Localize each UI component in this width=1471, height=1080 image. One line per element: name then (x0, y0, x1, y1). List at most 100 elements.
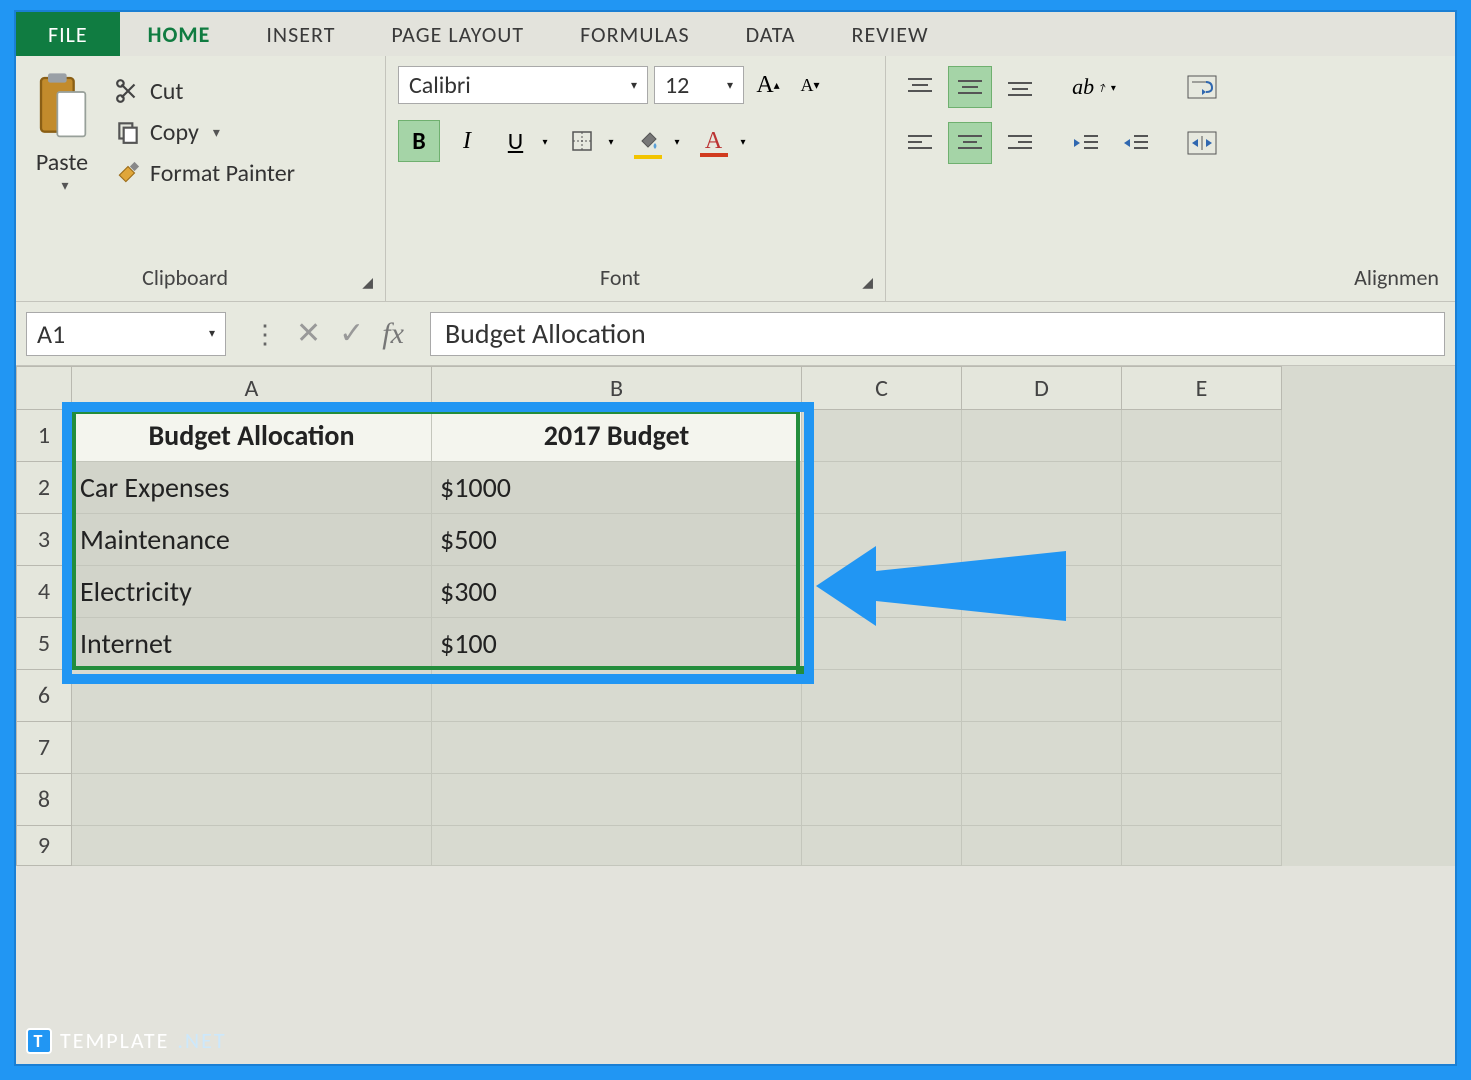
cell-d9[interactable] (962, 826, 1122, 866)
tab-formulas[interactable]: FORMULAS (552, 12, 717, 56)
cell-b3[interactable]: $500 (432, 514, 802, 566)
cut-button[interactable]: Cut (114, 77, 295, 106)
cell-a4[interactable]: Electricity (72, 566, 432, 618)
cell-d2[interactable] (962, 462, 1122, 514)
cell-d8[interactable] (962, 774, 1122, 826)
cell-a7[interactable] (72, 722, 432, 774)
font-color-dropdown[interactable]: ▾ (734, 120, 752, 162)
cell-a3[interactable]: Maintenance (72, 514, 432, 566)
cell-e3[interactable] (1122, 514, 1282, 566)
cell-c6[interactable] (802, 670, 962, 722)
align-middle-button[interactable] (948, 66, 992, 108)
column-header-d[interactable]: D (962, 366, 1122, 410)
tab-page-layout[interactable]: PAGE LAYOUT (363, 12, 552, 56)
increase-indent-button[interactable] (1114, 122, 1158, 164)
font-name-combo[interactable]: Calibri ▾ (398, 66, 648, 104)
cell-a8[interactable] (72, 774, 432, 826)
copy-button[interactable]: Copy ▾ (114, 118, 295, 147)
cell-a6[interactable] (72, 670, 432, 722)
orientation-button[interactable]: ab ↗ ▾ (1064, 66, 1124, 108)
select-all-corner[interactable] (16, 366, 72, 410)
cell-c7[interactable] (802, 722, 962, 774)
row-header-6[interactable]: 6 (16, 670, 72, 722)
underline-button[interactable]: U (494, 120, 536, 162)
tab-data[interactable]: DATA (718, 12, 824, 56)
column-header-e[interactable]: E (1122, 366, 1282, 410)
copy-label: Copy (150, 118, 199, 147)
formula-input[interactable]: Budget Allocation (430, 312, 1445, 356)
row-header-4[interactable]: 4 (16, 566, 72, 618)
cell-a1[interactable]: Budget Allocation (72, 410, 432, 462)
cell-b8[interactable] (432, 774, 802, 826)
row-header-5[interactable]: 5 (16, 618, 72, 670)
paste-button[interactable]: Paste ▾ (28, 66, 96, 198)
borders-button[interactable] (560, 120, 602, 162)
column-header-c[interactable]: C (802, 366, 962, 410)
cell-c9[interactable] (802, 826, 962, 866)
decrease-font-size-button[interactable]: A▾ (792, 67, 828, 103)
dialog-launcher-icon[interactable]: ◢ (842, 274, 873, 291)
cell-e9[interactable] (1122, 826, 1282, 866)
align-left-button[interactable] (898, 122, 942, 164)
align-center-button[interactable] (948, 122, 992, 164)
cell-d7[interactable] (962, 722, 1122, 774)
cell-a5[interactable]: Internet (72, 618, 432, 670)
cell-e5[interactable] (1122, 618, 1282, 670)
align-top-button[interactable] (898, 66, 942, 108)
tab-insert[interactable]: INSERT (238, 12, 363, 56)
cell-e4[interactable] (1122, 566, 1282, 618)
cell-e8[interactable] (1122, 774, 1282, 826)
cell-b1[interactable]: 2017 Budget (432, 410, 802, 462)
borders-dropdown[interactable]: ▾ (602, 120, 620, 162)
cell-e6[interactable] (1122, 670, 1282, 722)
row-header-3[interactable]: 3 (16, 514, 72, 566)
merge-center-button[interactable] (1180, 122, 1224, 164)
accept-formula-button[interactable]: ✓ (339, 315, 364, 352)
row-header-2[interactable]: 2 (16, 462, 72, 514)
underline-dropdown[interactable]: ▾ (536, 120, 554, 162)
cell-b5[interactable]: $100 (432, 618, 802, 670)
cell-b4[interactable]: $300 (432, 566, 802, 618)
font-color-button[interactable]: A (692, 120, 734, 162)
font-size-combo[interactable]: 12 ▾ (654, 66, 744, 104)
cell-a9[interactable] (72, 826, 432, 866)
tab-file[interactable]: FILE (16, 12, 120, 56)
format-painter-button[interactable]: Format Painter (114, 159, 295, 188)
italic-button[interactable]: I (446, 120, 488, 162)
bold-button[interactable]: B (398, 120, 440, 162)
cell-d6[interactable] (962, 670, 1122, 722)
cell-c2[interactable] (802, 462, 962, 514)
fill-color-dropdown[interactable]: ▾ (668, 120, 686, 162)
cell-b2[interactable]: $1000 (432, 462, 802, 514)
cell-d1[interactable] (962, 410, 1122, 462)
row-header-7[interactable]: 7 (16, 722, 72, 774)
cell-e2[interactable] (1122, 462, 1282, 514)
align-right-button[interactable] (998, 122, 1042, 164)
name-box[interactable]: A1 ▾ (26, 312, 226, 356)
wrap-text-button[interactable] (1180, 66, 1224, 108)
cell-b9[interactable] (432, 826, 802, 866)
dialog-launcher-icon[interactable]: ◢ (342, 274, 373, 291)
copy-icon (114, 118, 142, 146)
row-header-8[interactable]: 8 (16, 774, 72, 826)
cell-b7[interactable] (432, 722, 802, 774)
tab-home[interactable]: HOME (120, 12, 239, 56)
cell-c1[interactable] (802, 410, 962, 462)
fx-button[interactable]: fx (382, 317, 404, 351)
cancel-formula-button[interactable]: ✕ (296, 315, 321, 352)
selection-fill-handle[interactable] (796, 666, 806, 676)
tab-review[interactable]: REVIEW (824, 12, 957, 56)
row-header-1[interactable]: 1 (16, 410, 72, 462)
fill-color-button[interactable] (626, 120, 668, 162)
decrease-indent-button[interactable] (1064, 122, 1108, 164)
cell-b6[interactable] (432, 670, 802, 722)
align-bottom-button[interactable] (998, 66, 1042, 108)
cell-a2[interactable]: Car Expenses (72, 462, 432, 514)
cell-e7[interactable] (1122, 722, 1282, 774)
row-header-9[interactable]: 9 (16, 826, 72, 866)
cell-c8[interactable] (802, 774, 962, 826)
increase-font-size-button[interactable]: A▴ (750, 67, 786, 103)
cell-e1[interactable] (1122, 410, 1282, 462)
column-header-a[interactable]: A (72, 366, 432, 410)
column-header-b[interactable]: B (432, 366, 802, 410)
